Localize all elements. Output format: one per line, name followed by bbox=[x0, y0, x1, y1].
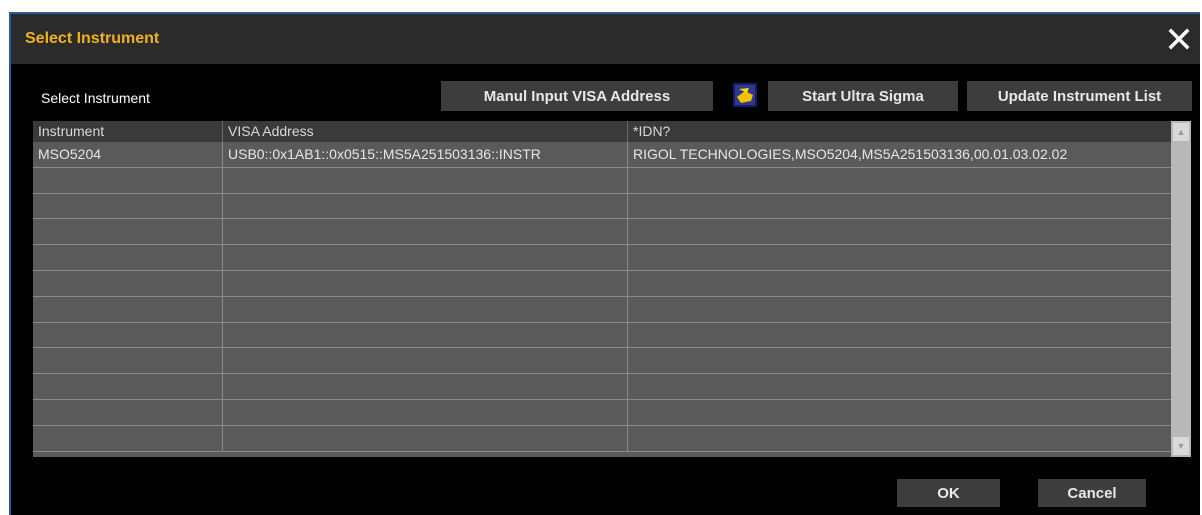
section-label: Select Instrument bbox=[41, 90, 150, 106]
cell-idn bbox=[628, 426, 1171, 451]
cell-visa-address bbox=[223, 399, 628, 425]
cell-visa-address: USB0::0x1AB1::0x0515::MS5A251503136::INS… bbox=[223, 142, 628, 167]
cell-idn bbox=[628, 374, 1171, 399]
dialog-title: Select Instrument bbox=[25, 30, 160, 47]
cell-idn bbox=[628, 400, 1171, 425]
cell-idn bbox=[628, 348, 1171, 373]
column-header-visa-address[interactable]: VISA Address bbox=[223, 121, 628, 142]
cell-visa-address bbox=[223, 322, 628, 348]
cell-instrument bbox=[33, 322, 223, 348]
cancel-button[interactable]: Cancel bbox=[1038, 479, 1146, 507]
table-row[interactable] bbox=[33, 374, 1171, 400]
ultra-sigma-icon[interactable] bbox=[733, 83, 757, 107]
cell-instrument bbox=[33, 167, 223, 193]
instrument-table: Instrument VISA Address *IDN? MSO5204 US… bbox=[33, 121, 1191, 457]
manual-input-visa-button[interactable]: Manul Input VISA Address bbox=[441, 81, 713, 111]
table-row[interactable] bbox=[33, 270, 1171, 297]
cell-idn bbox=[628, 323, 1171, 348]
title-bar: Select Instrument bbox=[11, 14, 1200, 64]
cell-visa-address bbox=[223, 348, 628, 374]
close-icon bbox=[1168, 28, 1190, 50]
table-row[interactable] bbox=[33, 322, 1171, 349]
cell-visa-address bbox=[223, 296, 628, 322]
cell-visa-address bbox=[223, 374, 628, 399]
update-instrument-list-button[interactable]: Update Instrument List bbox=[967, 81, 1192, 111]
cell-visa-address bbox=[223, 245, 628, 270]
cell-visa-address bbox=[223, 167, 628, 193]
vertical-scrollbar[interactable]: ▲ ▼ bbox=[1171, 121, 1191, 457]
cell-idn bbox=[628, 219, 1171, 244]
screen: Select Instrument Select Instrument Manu… bbox=[0, 0, 1202, 515]
cell-idn: RIGOL TECHNOLOGIES,MSO5204,MS5A251503136… bbox=[633, 146, 1068, 162]
table-body: MSO5204 USB0::0x1AB1::0x0515::MS5A251503… bbox=[33, 142, 1171, 452]
table-header: Instrument VISA Address *IDN? bbox=[33, 121, 1171, 142]
ok-button[interactable]: OK bbox=[897, 479, 1000, 507]
cell-instrument bbox=[33, 425, 223, 451]
select-instrument-dialog: Select Instrument Select Instrument Manu… bbox=[9, 12, 1200, 515]
table-row[interactable] bbox=[33, 348, 1171, 375]
cell-instrument bbox=[33, 245, 223, 270]
cell-visa-address bbox=[223, 270, 628, 296]
scroll-down-arrow-icon[interactable]: ▼ bbox=[1173, 437, 1189, 455]
cell-idn bbox=[628, 168, 1171, 193]
table-row[interactable] bbox=[33, 296, 1171, 323]
cell-instrument bbox=[33, 296, 223, 322]
table-row[interactable] bbox=[33, 193, 1171, 220]
cell-instrument: MSO5204 bbox=[33, 142, 223, 167]
cell-idn bbox=[628, 297, 1171, 322]
table-row[interactable] bbox=[33, 425, 1171, 452]
cell-idn bbox=[628, 271, 1171, 296]
start-ultra-sigma-button[interactable]: Start Ultra Sigma bbox=[768, 81, 958, 111]
table-row[interactable] bbox=[33, 245, 1171, 271]
cell-instrument bbox=[33, 193, 223, 219]
cell-instrument bbox=[33, 399, 223, 425]
cell-instrument bbox=[33, 374, 223, 399]
table-row[interactable] bbox=[33, 219, 1171, 246]
cell-idn bbox=[628, 245, 1171, 270]
cell-visa-address bbox=[223, 425, 628, 451]
cell-idn bbox=[628, 194, 1171, 219]
close-button[interactable] bbox=[1166, 26, 1192, 52]
cell-visa-address bbox=[223, 193, 628, 219]
cell-instrument bbox=[33, 348, 223, 374]
cell-instrument bbox=[33, 270, 223, 296]
table-row[interactable] bbox=[33, 399, 1171, 426]
column-header-instrument[interactable]: Instrument bbox=[33, 121, 223, 142]
cell-instrument bbox=[33, 219, 223, 245]
table-row[interactable]: MSO5204 USB0::0x1AB1::0x0515::MS5A251503… bbox=[33, 142, 1171, 168]
table-row[interactable] bbox=[33, 167, 1171, 194]
scroll-up-arrow-icon[interactable]: ▲ bbox=[1173, 123, 1189, 141]
column-header-idn[interactable]: *IDN? bbox=[628, 121, 1171, 142]
cell-visa-address bbox=[223, 219, 628, 245]
